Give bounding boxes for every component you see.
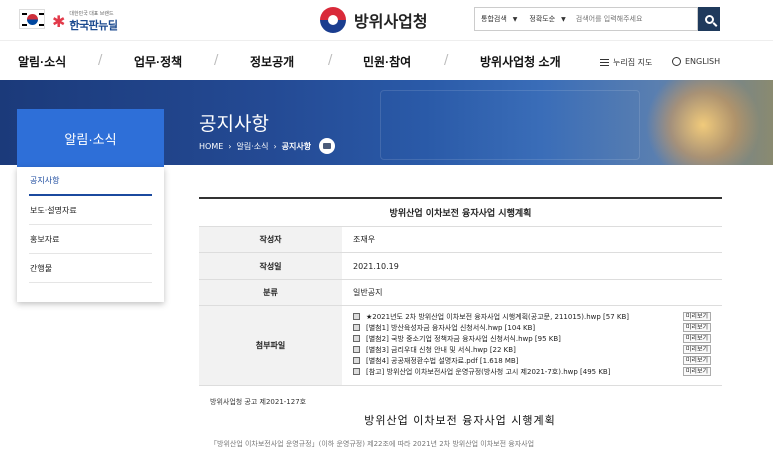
chevron-down-icon: ▼	[561, 15, 566, 23]
preview-button[interactable]: 미리보기	[682, 323, 711, 332]
nav-divider: /	[328, 53, 333, 68]
chevron-right-icon: ›	[228, 141, 232, 151]
date-value: 2021.10.19	[353, 261, 399, 271]
attachment-link[interactable]: ★2021년도 2차 방위산업 이차보전 융자사업 시행계획(공고문, 2110…	[366, 312, 679, 322]
nav-divider: /	[214, 53, 219, 68]
attachments-row: 첨부파일 ★2021년도 2차 방위산업 이차보전 융자사업 시행계획(공고문,…	[199, 306, 722, 386]
printer-icon	[323, 143, 332, 149]
chevron-right-icon: ›	[273, 141, 277, 151]
file-icon	[353, 357, 360, 364]
notice-detail-table: 방위산업 이차보전 융자사업 시행계획 작성자 조재우 작성일 2021.10.…	[199, 197, 722, 386]
attachment-item: [별첨4] 공공재정환수법 설명자료.pdf [1.618 MB] 미리보기	[353, 355, 711, 366]
sidebar-item-promo[interactable]: 홍보자료	[29, 225, 152, 254]
banner-decoration	[643, 80, 763, 165]
dapa-home-logo[interactable]: 방위사업청	[320, 7, 428, 33]
nav-item-news[interactable]: 알림·소식	[18, 53, 66, 70]
government-emblem-icon	[320, 7, 346, 33]
sitemap-link[interactable]: 누리집 지도	[600, 57, 652, 68]
nav-item-civil[interactable]: 민원·참여	[363, 53, 411, 70]
attachment-item: [참고] 방위산업 이차보전사업 운영규정(방사청 고시 제2021-7호).h…	[353, 366, 711, 377]
preview-button[interactable]: 미리보기	[682, 367, 711, 376]
top-bar: ✱ 대한민국 대표 브랜드 한국판뉴딜 방위사업청 통합검색 ▼ 정확도순 ▼	[0, 0, 773, 40]
notice-title: 방위산업 이차보전 융자사업 시행계획	[199, 197, 722, 227]
file-icon	[353, 335, 360, 342]
preview-button[interactable]: 미리보기	[682, 334, 711, 343]
sidebar-menu: 공지사항 보도·설명자료 홍보자료 간행물	[17, 167, 164, 302]
attachment-link[interactable]: [별첨3] 금리우대 신청 안내 및 서식.hwp [22 KB]	[366, 345, 679, 355]
attachment-link[interactable]: [참고] 방위산업 이차보전사업 운영규정(방사청 고시 제2021-7호).h…	[366, 367, 679, 377]
preview-button[interactable]: 미리보기	[682, 312, 711, 321]
attachment-link[interactable]: [별첨4] 공공재정환수법 설명자료.pdf [1.618 MB]	[366, 356, 679, 366]
search-input[interactable]	[571, 8, 697, 30]
attachment-list: ★2021년도 2차 방위산업 이차보전 융자사업 시행계획(공고문, 2110…	[342, 306, 722, 385]
banner-decoration	[380, 90, 640, 160]
brand-small-text: 대한민국 대표 브랜드	[69, 11, 114, 17]
agency-name: 방위사업청	[354, 14, 428, 31]
search-icon	[704, 14, 714, 24]
document-title: 방위산업 이차보전 융자사업 시행계획	[364, 414, 556, 427]
korean-new-deal-logo[interactable]: ✱ 대한민국 대표 브랜드 한국판뉴딜	[52, 10, 118, 33]
file-icon	[353, 368, 360, 375]
date-row: 작성일 2021.10.19	[199, 253, 722, 280]
attachment-link[interactable]: [별첨2] 국방 중소기업 정책자금 융자사업 신청서식.hwp [95 KB]	[366, 334, 679, 344]
category-value: 일반공지	[353, 288, 383, 297]
sidebar-item-publications[interactable]: 간행물	[29, 254, 152, 283]
date-label: 작성일	[199, 253, 342, 279]
author-label: 작성자	[199, 227, 342, 252]
korea-flag-icon	[19, 9, 45, 29]
breadcrumb-current: 공지사항	[281, 141, 312, 151]
attachment-item: [별첨1] 방산육성자금 융자사업 신청서식.hwp [104 KB] 미리보기	[353, 322, 711, 333]
file-icon	[353, 346, 360, 353]
search-button[interactable]	[698, 7, 720, 31]
preview-button[interactable]: 미리보기	[682, 345, 711, 354]
search-bar: 통합검색 ▼ 정확도순 ▼	[474, 7, 698, 31]
author-row: 작성자 조재우	[199, 227, 722, 253]
search-sort-select[interactable]: 정확도순 ▼	[523, 8, 571, 30]
breadcrumb-news[interactable]: 알림·소식	[236, 141, 268, 152]
menu-icon	[600, 59, 609, 66]
document-body-line: 「방위산업 이차보전사업 운영규정」(이하 운영규정) 제22조에 따라 202…	[210, 440, 535, 448]
print-button[interactable]	[319, 138, 336, 154]
breadcrumb-home[interactable]: HOME	[199, 142, 223, 151]
attachment-link[interactable]: [별첨1] 방산육성자금 융자사업 신청서식.hwp [104 KB]	[366, 323, 679, 333]
file-icon	[353, 313, 360, 320]
author-value: 조재우	[353, 235, 376, 244]
sidebar-title: 알림·소식	[17, 109, 164, 167]
sidebar-item-notice[interactable]: 공지사항	[29, 167, 152, 196]
nav-item-disclosure[interactable]: 정보공개	[250, 53, 294, 70]
notice-number: 방위사업청 공고 제2021-127호	[210, 398, 307, 406]
nav-item-policy[interactable]: 업무·정책	[134, 53, 182, 70]
attachment-item: [별첨3] 금리우대 신청 안내 및 서식.hwp [22 KB] 미리보기	[353, 344, 711, 355]
attachment-item: ★2021년도 2차 방위산업 이차보전 융자사업 시행계획(공고문, 2110…	[353, 311, 711, 322]
breadcrumb: HOME › 알림·소식 › 공지사항	[199, 138, 336, 154]
attachments-label: 첨부파일	[199, 306, 342, 385]
globe-icon	[672, 57, 681, 66]
category-label: 분류	[199, 280, 342, 305]
search-scope-select[interactable]: 통합검색 ▼	[475, 8, 523, 30]
brand-big-text: 한국판뉴딜	[69, 20, 118, 32]
nav-divider: /	[444, 53, 449, 68]
preview-button[interactable]: 미리보기	[682, 356, 711, 365]
chevron-down-icon: ▼	[512, 15, 518, 23]
english-link[interactable]: ENGLISH	[672, 57, 720, 66]
new-deal-star-icon: ✱	[52, 11, 66, 31]
main-navigation: 알림·소식 / 업무·정책 / 정보공개 / 민원·참여 / 방위사업청 소개 …	[0, 40, 773, 80]
nav-divider: /	[98, 53, 103, 68]
attachment-item: [별첨2] 국방 중소기업 정책자금 융자사업 신청서식.hwp [95 KB]…	[353, 333, 711, 344]
category-row: 분류 일반공지	[199, 280, 722, 306]
sidebar-item-press[interactable]: 보도·설명자료	[29, 196, 152, 225]
file-icon	[353, 324, 360, 331]
nav-item-about[interactable]: 방위사업청 소개	[480, 53, 561, 70]
page-title: 공지사항	[199, 114, 269, 135]
